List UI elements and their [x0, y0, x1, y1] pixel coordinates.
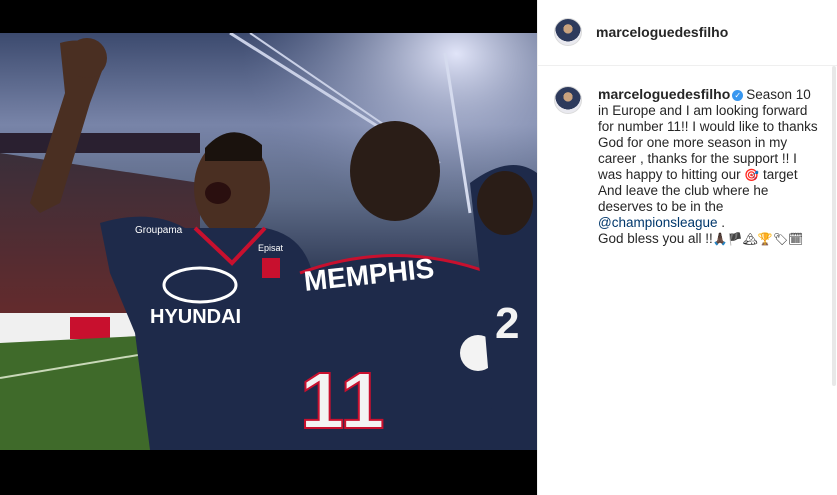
post-media-pane: HYUNDAI Groupama Episat MEMPHIS 11 2	[0, 0, 537, 495]
sleeve-text: Groupama	[135, 225, 183, 236]
brand2-text: Episat	[258, 243, 284, 253]
sponsor-text: HYUNDAI	[150, 306, 241, 328]
post-sidebar: marceloguedesfilho marceloguedesfilho ✓ Se…	[537, 0, 837, 495]
verified-badge-icon: ✓	[732, 89, 744, 101]
post-caption: marceloguedesfilho ✓ Season 10 in Europe a…	[598, 86, 823, 247]
svg-text:2: 2	[495, 299, 519, 348]
post-photo[interactable]: HYUNDAI Groupama Episat MEMPHIS 11 2	[0, 33, 537, 450]
caption-username[interactable]: marceloguedesfilho	[598, 86, 730, 102]
sidebar-scrollbar[interactable]	[832, 66, 836, 386]
post-header: marceloguedesfilho	[538, 0, 837, 66]
user-avatar[interactable]	[554, 18, 582, 46]
player-number-text: 11	[300, 356, 385, 445]
target-emoji-icon: 🎯	[744, 168, 760, 182]
photo-illustration: HYUNDAI Groupama Episat MEMPHIS 11 2	[0, 33, 537, 450]
trailing-emojis: 🙏🏿🏴🏔🏆🏷🗓	[712, 232, 804, 246]
header-username[interactable]: marceloguedesfilho	[596, 24, 728, 40]
champions-league-mention[interactable]: @championsleague	[598, 215, 718, 230]
caption-avatar[interactable]	[554, 86, 582, 114]
